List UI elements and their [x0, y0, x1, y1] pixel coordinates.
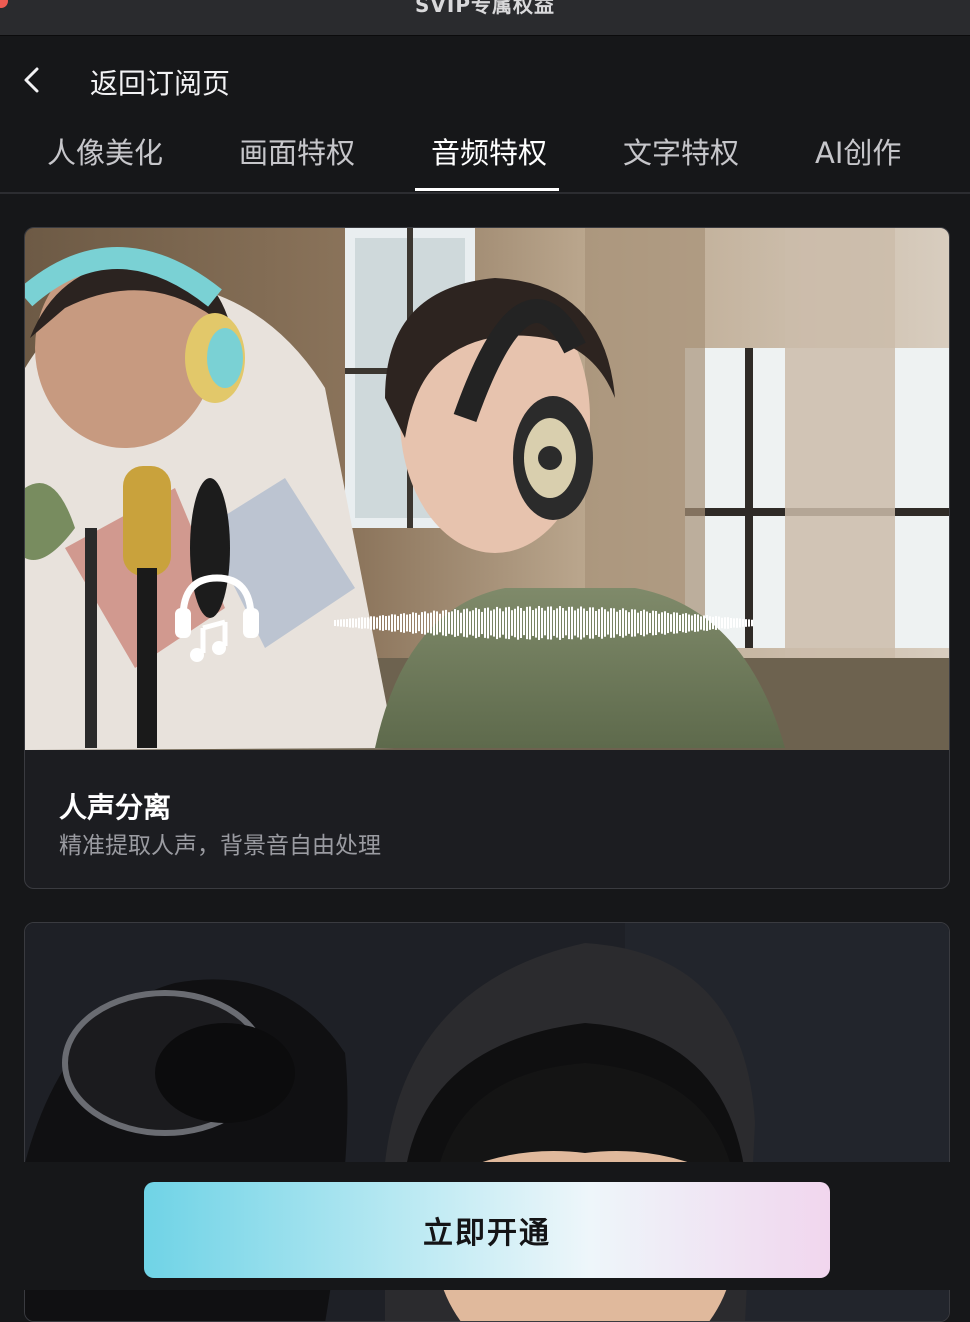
- tab-portrait-beauty[interactable]: 人像美化: [47, 130, 163, 172]
- feature-preview-image: [25, 228, 949, 750]
- tab-audio-privileges[interactable]: 音频特权: [431, 130, 547, 172]
- back-to-subscription-link[interactable]: 返回订阅页: [90, 62, 230, 102]
- card-description: 精准提取人声，背景音自由处理: [59, 833, 381, 859]
- back-nav: 返回订阅页: [0, 36, 970, 122]
- subscribe-now-button[interactable]: 立即开通: [144, 1182, 830, 1278]
- active-tab-indicator: [415, 188, 559, 191]
- tab-visual-privileges[interactable]: 画面特权: [239, 130, 355, 172]
- feature-card-vocal-separation[interactable]: 人声分离 精准提取人声，背景音自由处理: [24, 227, 950, 889]
- chevron-left-icon[interactable]: [20, 66, 44, 94]
- card-title: 人声分离: [59, 791, 172, 824]
- tab-ai-creation[interactable]: AI创作: [815, 130, 901, 172]
- window-title: SVIP专属权益: [415, 0, 555, 17]
- window-titlebar: SVIP专属权益: [0, 0, 970, 36]
- tab-text-privileges[interactable]: 文字特权: [623, 130, 739, 172]
- subscribe-now-label: 立即开通: [423, 1216, 551, 1251]
- feature-tabs: 人像美化 画面特权 音频特权 文字特权 AI创作: [0, 122, 970, 194]
